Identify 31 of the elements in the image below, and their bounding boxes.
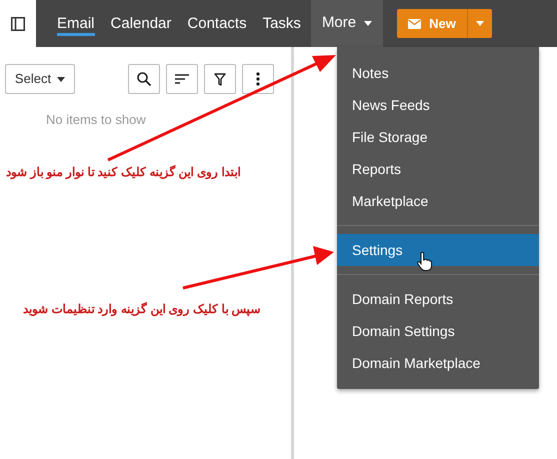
empty-message: No items to show [46,111,146,129]
nav-tab[interactable]: Email [49,0,103,47]
menu-item[interactable]: Domain Reports [337,283,539,315]
nav-tab[interactable]: Calendar [102,0,180,47]
search-button[interactable] [128,64,160,94]
more-menu-button[interactable]: More [310,0,384,47]
caret-icon [476,21,484,26]
nav-tab[interactable]: Contacts [179,0,255,47]
menu-item[interactable]: Notes [337,57,539,89]
select-dropdown[interactable]: Select [5,64,75,94]
menu-item[interactable]: File Storage [337,121,539,153]
filter-button[interactable] [204,64,236,94]
menu-item[interactable]: Domain Marketplace [337,347,539,379]
annotation-text: سپس با کلیک روی این گزینه وارد تنظیمات شوید [23,300,261,318]
more-options-button[interactable] [242,64,274,94]
caret-icon [57,76,66,82]
filter-icon [214,72,226,86]
search-icon [137,72,151,86]
sort-icon [175,74,189,84]
menu-item[interactable]: Reports [337,153,539,185]
envelope-icon [408,18,422,28]
vertical-dots-icon [256,72,260,86]
hand-pointer-icon [417,252,432,271]
menu-item[interactable]: Marketplace [337,185,539,217]
menu-item[interactable]: News Feeds [337,89,539,121]
sidebar-toggle-icon[interactable] [11,16,25,30]
sort-button[interactable] [166,64,198,94]
menu-item[interactable]: Domain Settings [337,315,539,347]
caret-icon [364,21,372,26]
annotation-text: ابتدا روی این گزینه کلیک کنید تا نوار منو باز شود [6,164,240,180]
nav-tab[interactable]: Tasks [254,0,309,47]
